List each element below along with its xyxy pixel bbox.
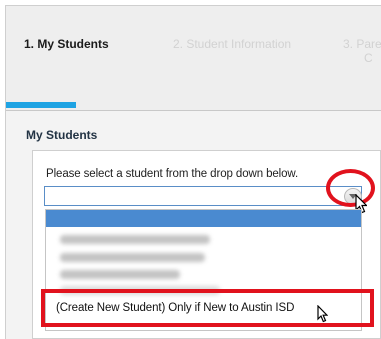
mouse-cursor-icon <box>317 305 328 323</box>
student-select[interactable] <box>44 186 362 206</box>
select-prompt: Please select a student from the drop do… <box>46 168 299 180</box>
blurred-student-item[interactable] <box>60 235 210 244</box>
dropdown-highlighted-item[interactable] <box>46 210 361 227</box>
section-title: My Students <box>26 128 98 142</box>
tab-student-information[interactable]: 2. Student Information <box>173 37 291 51</box>
tab-parent-continued: C <box>364 51 373 65</box>
tab-my-students[interactable]: 1. My Students <box>24 37 109 51</box>
tab-parent[interactable]: 3. Pare <box>343 37 381 51</box>
wizard-progress-bar <box>6 102 76 108</box>
blurred-student-item[interactable] <box>60 270 180 279</box>
wizard-header <box>6 6 381 111</box>
annotation-circle <box>326 169 375 207</box>
blurred-student-item[interactable] <box>60 253 205 262</box>
